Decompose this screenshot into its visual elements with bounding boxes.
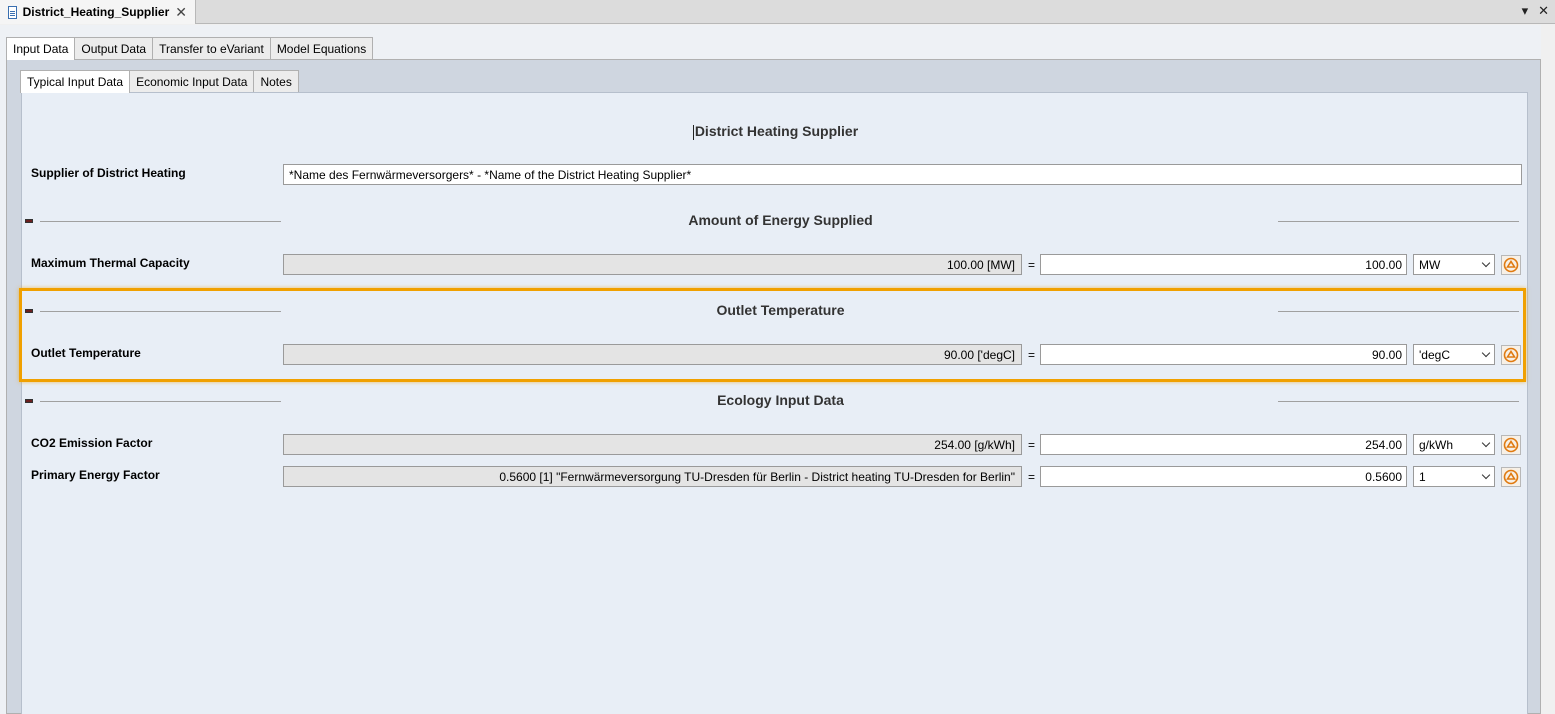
divider	[1278, 401, 1519, 402]
tab-input-data[interactable]: Input Data	[6, 37, 76, 60]
tab-notes[interactable]: Notes	[253, 70, 299, 92]
max-capacity-unit-select[interactable]: MW	[1413, 254, 1495, 275]
divider	[1278, 311, 1519, 312]
equals-sign: =	[1028, 438, 1036, 452]
window-controls: ▾ ✕	[1522, 3, 1549, 19]
divider	[1278, 221, 1519, 222]
view-menu-icon[interactable]: ▾	[1522, 3, 1529, 19]
unit-value: 'degC	[1419, 347, 1450, 362]
text-caret	[692, 124, 694, 140]
tab-transfer-to-evariant[interactable]: Transfer to eVariant	[152, 37, 271, 59]
equals-sign: =	[1028, 258, 1036, 272]
outlet-temperature-input[interactable]: 90.00	[1040, 344, 1407, 365]
close-tab-icon[interactable]: ✕	[175, 4, 187, 21]
page-title: District Heating Supplier	[22, 123, 1529, 140]
inner-tab-bar: Typical Input Data Economic Input Data N…	[20, 70, 299, 93]
link-source-icon	[1503, 469, 1519, 485]
document-tab-title: District_Heating_Supplier	[22, 5, 170, 19]
max-capacity-computed: 100.00 [MW]	[283, 254, 1022, 275]
right-edge	[1541, 25, 1555, 714]
section-outlet-temperature: Outlet Temperature	[22, 301, 1529, 321]
equals-sign: =	[1028, 470, 1036, 484]
input-data-panel: Typical Input Data Economic Input Data N…	[6, 59, 1541, 714]
link-source-icon	[1503, 437, 1519, 453]
chevron-down-icon	[1481, 258, 1491, 267]
outlet-temperature-computed: 90.00 ['degC]	[283, 344, 1022, 365]
primary-energy-input[interactable]: 0.5600	[1040, 466, 1407, 487]
document-icon	[8, 5, 17, 19]
chevron-down-icon	[1481, 470, 1491, 479]
primary-energy-link-button[interactable]	[1501, 467, 1521, 487]
tab-economic-input-data[interactable]: Economic Input Data	[129, 70, 255, 92]
document-tab[interactable]: District_Heating_Supplier ✕	[0, 0, 196, 24]
co2-emission-link-button[interactable]	[1501, 435, 1521, 455]
max-capacity-label: Maximum Thermal Capacity	[31, 256, 190, 270]
max-capacity-link-button[interactable]	[1501, 255, 1521, 275]
co2-emission-computed: 254.00 [g/kWh]	[283, 434, 1022, 455]
tab-output-data[interactable]: Output Data	[74, 37, 154, 59]
section-title: Ecology Input Data	[717, 392, 844, 408]
section-energy: Amount of Energy Supplied	[22, 211, 1529, 231]
supplier-input[interactable]: *Name des Fernwärmeversorgers* - *Name o…	[283, 164, 1522, 185]
outer-tab-bar: Input Data Output Data Transfer to eVari…	[6, 37, 374, 60]
supplier-label: Supplier of District Heating	[31, 166, 186, 180]
section-title: Outlet Temperature	[716, 302, 845, 318]
unit-value: g/kWh	[1419, 437, 1454, 452]
primary-energy-computed: 0.5600 [1] "Fernwärmeversorgung TU-Dresd…	[283, 466, 1022, 487]
link-source-icon	[1503, 347, 1519, 363]
page-title-text: District Heating Supplier	[694, 123, 859, 139]
equals-sign: =	[1028, 348, 1036, 362]
unit-value: MW	[1419, 257, 1441, 272]
primary-energy-label: Primary Energy Factor	[31, 468, 160, 482]
outlet-temperature-link-button[interactable]	[1501, 345, 1521, 365]
typical-input-form: District Heating Supplier Supplier of Di…	[21, 92, 1528, 714]
tab-typical-input-data[interactable]: Typical Input Data	[20, 70, 131, 93]
outlet-temperature-label: Outlet Temperature	[31, 346, 141, 360]
co2-emission-unit-select[interactable]: g/kWh	[1413, 434, 1495, 455]
outlet-temperature-unit-select[interactable]: 'degC	[1413, 344, 1495, 365]
section-ecology: Ecology Input Data	[22, 391, 1529, 411]
document-tab-strip: District_Heating_Supplier ✕ ▾ ✕	[0, 0, 1555, 24]
link-source-icon	[1503, 257, 1519, 273]
primary-energy-unit-select[interactable]: 1	[1413, 466, 1495, 487]
unit-value: 1	[1419, 469, 1426, 484]
editor-pane: Input Data Output Data Transfer to eVari…	[0, 25, 1555, 714]
close-window-icon[interactable]: ✕	[1538, 3, 1549, 19]
co2-emission-input[interactable]: 254.00	[1040, 434, 1407, 455]
max-capacity-input[interactable]: 100.00	[1040, 254, 1407, 275]
chevron-down-icon	[1481, 348, 1491, 357]
tab-model-equations[interactable]: Model Equations	[269, 37, 374, 59]
co2-emission-label: CO2 Emission Factor	[31, 436, 153, 450]
section-title: Amount of Energy Supplied	[688, 212, 873, 228]
chevron-down-icon	[1481, 438, 1491, 447]
